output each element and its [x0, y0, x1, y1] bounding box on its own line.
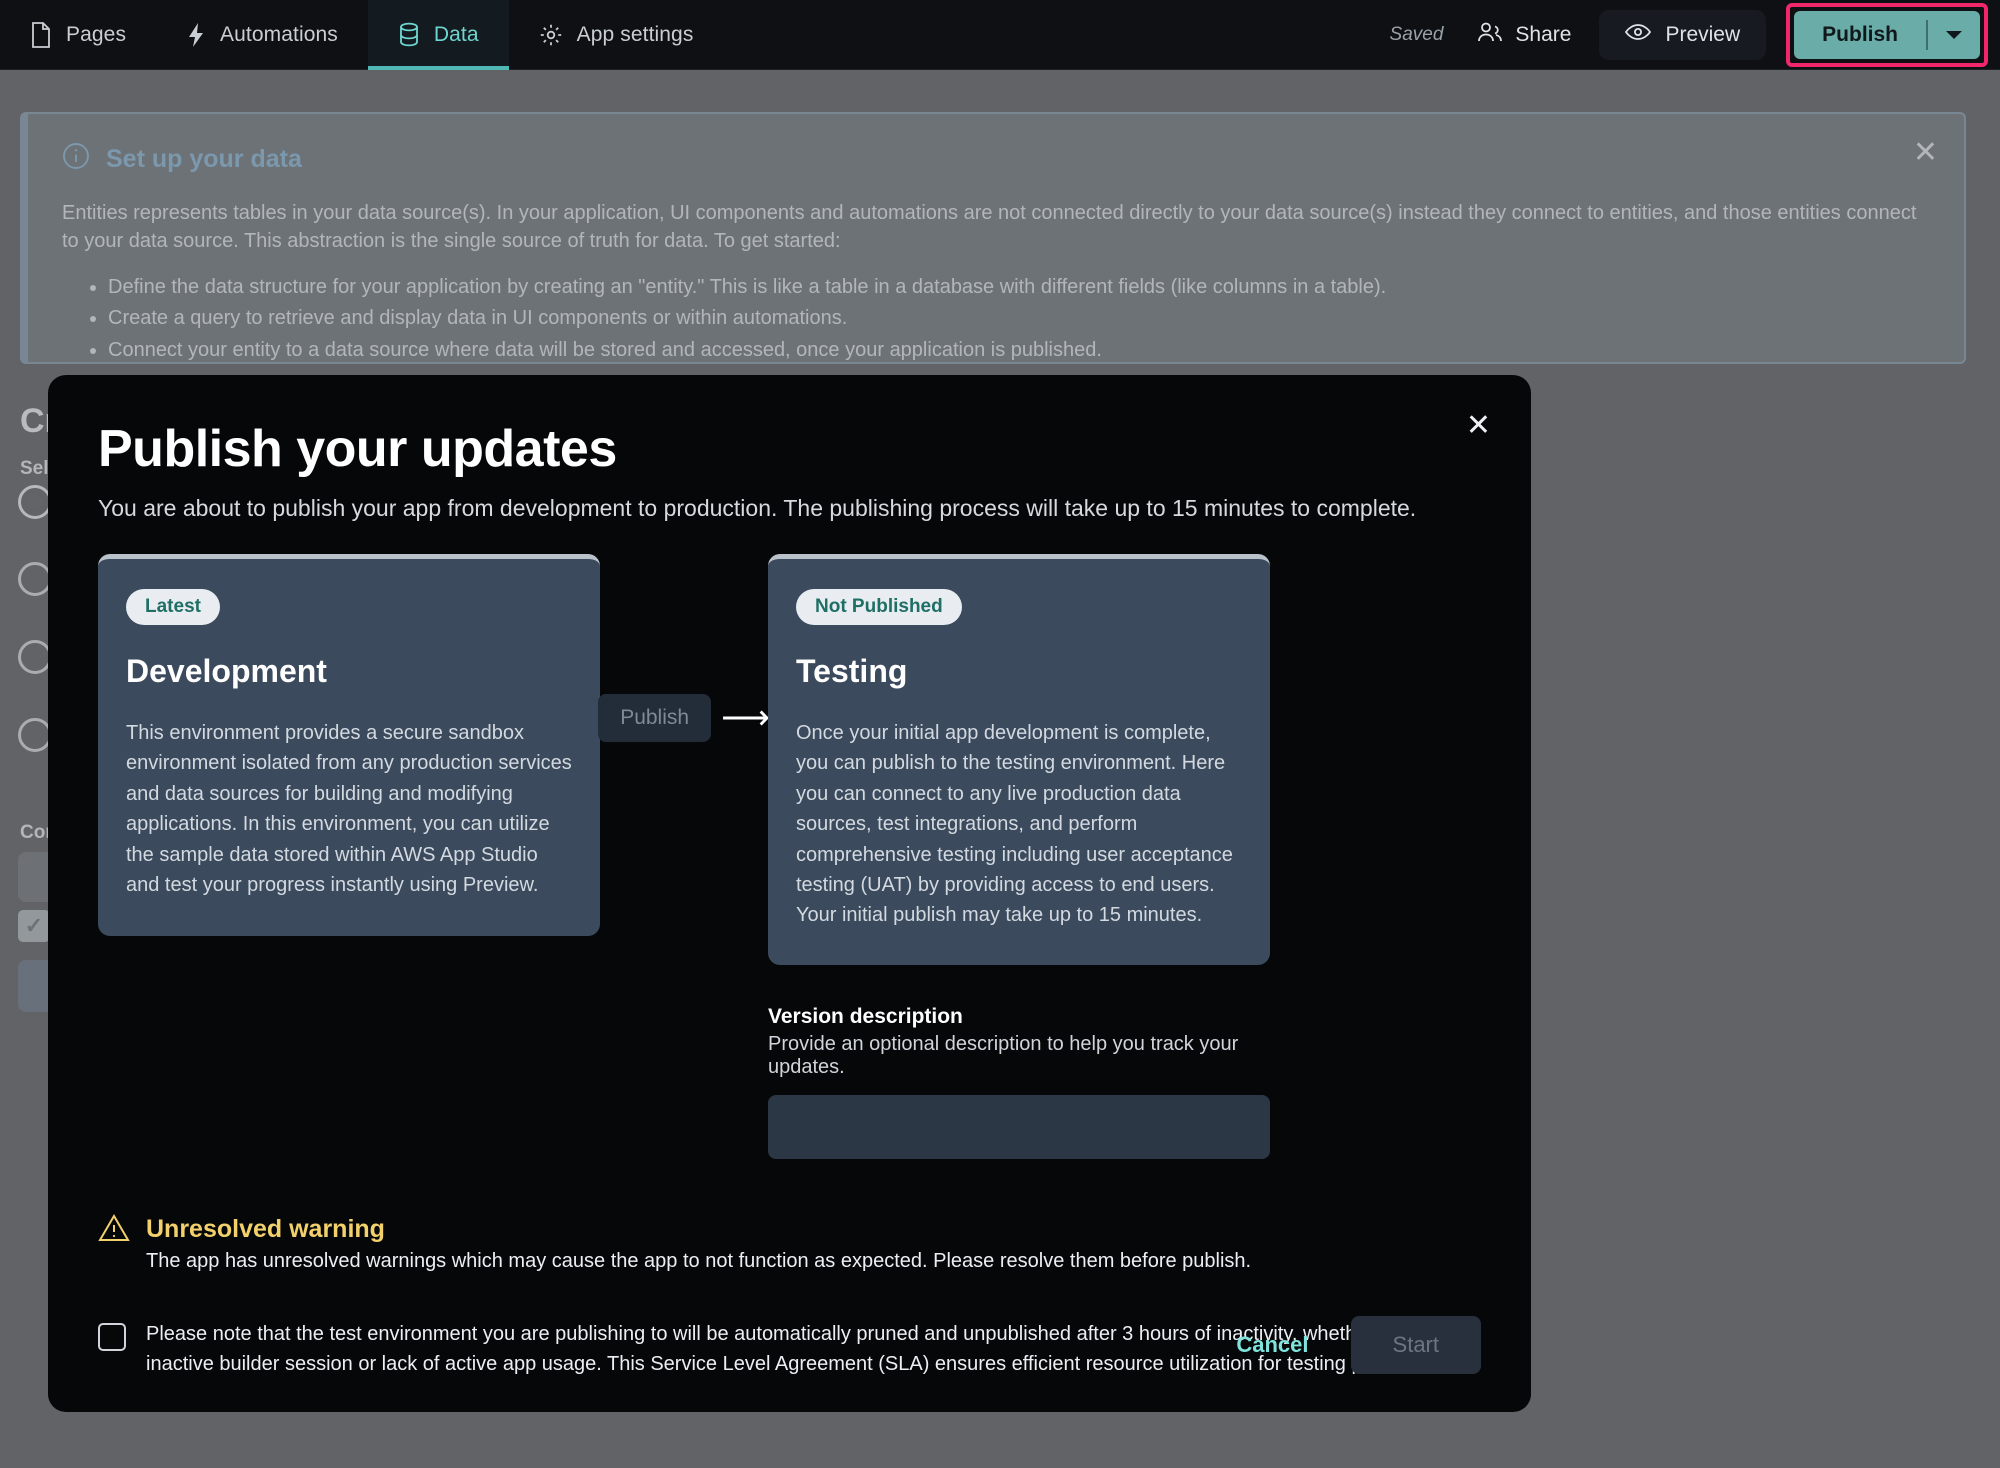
tab-data-label: Data — [433, 22, 479, 46]
warning-triangle-icon — [98, 1213, 130, 1248]
tab-app-settings-label: App settings — [576, 22, 694, 46]
cancel-button[interactable]: Cancel — [1218, 1320, 1326, 1370]
publish-connector: Publish ⟶ — [598, 554, 770, 742]
development-status-badge: Latest — [126, 589, 220, 625]
preview-button[interactable]: Preview — [1599, 9, 1767, 60]
version-description-hint: Provide an optional description to help … — [768, 1032, 1239, 1078]
version-description-label: Version description — [768, 1004, 963, 1028]
tab-data[interactable]: Data — [367, 0, 509, 70]
version-description-input[interactable] — [768, 1094, 1270, 1159]
modal-close-icon[interactable]: ✕ — [1466, 411, 1491, 441]
database-icon — [398, 22, 420, 48]
share-button[interactable]: Share — [1477, 21, 1571, 49]
top-toolbar: Pages Automations Data App settings Save… — [0, 0, 2000, 70]
testing-column: Not Published Testing Once your initial … — [768, 554, 1270, 1159]
main-tabs: Pages Automations Data App settings — [0, 0, 723, 70]
tab-pages[interactable]: Pages — [0, 0, 156, 70]
publish-split-button[interactable]: Publish — [1794, 10, 1980, 59]
testing-description: Once your initial app development is com… — [796, 722, 1233, 927]
warning-body: Unresolved warning The app has unresolve… — [146, 1213, 1251, 1273]
publish-button-label[interactable]: Publish — [1794, 11, 1926, 59]
unresolved-warning: Unresolved warning The app has unresolve… — [98, 1213, 1481, 1273]
tab-app-settings[interactable]: App settings — [509, 0, 724, 70]
warning-title: Unresolved warning — [146, 1214, 385, 1243]
development-environment-card[interactable]: Latest Development This environment prov… — [98, 554, 600, 936]
app-root: Pages Automations Data App settings Save… — [0, 0, 2000, 1468]
environment-row: Latest Development This environment prov… — [98, 554, 1481, 1159]
lightning-icon — [186, 22, 206, 48]
modal-footer: Cancel Start — [1218, 1316, 1481, 1374]
preview-label: Preview — [1665, 22, 1741, 46]
page-icon — [30, 21, 52, 48]
gear-icon — [539, 23, 563, 47]
publish-button-highlight: Publish — [1786, 2, 1988, 67]
testing-environment-card[interactable]: Not Published Testing Once your initial … — [768, 554, 1270, 965]
connector-publish-button[interactable]: Publish — [598, 694, 712, 742]
publish-updates-modal: ✕ Publish your updates You are about to … — [48, 375, 1531, 1412]
tab-pages-label: Pages — [66, 22, 127, 46]
warning-text: The app has unresolved warnings which ma… — [146, 1249, 1252, 1272]
sla-checkbox[interactable] — [98, 1322, 126, 1351]
development-description: This environment provides a secure sandb… — [126, 722, 572, 896]
development-heading: Development — [126, 653, 327, 689]
arrow-right-icon: ⟶ — [721, 699, 770, 737]
chevron-down-icon[interactable] — [1928, 11, 1980, 59]
eye-icon — [1625, 23, 1652, 47]
testing-heading: Testing — [796, 653, 908, 689]
modal-title: Publish your updates — [98, 420, 617, 478]
modal-lede: You are about to publish your app from d… — [98, 495, 1417, 521]
people-icon — [1477, 21, 1503, 49]
tab-automations[interactable]: Automations — [156, 0, 368, 70]
testing-status-badge: Not Published — [796, 589, 962, 625]
tab-automations-label: Automations — [220, 22, 338, 46]
saved-status: Saved — [1389, 23, 1444, 45]
start-button[interactable]: Start — [1350, 1316, 1481, 1374]
share-label: Share — [1515, 22, 1572, 46]
